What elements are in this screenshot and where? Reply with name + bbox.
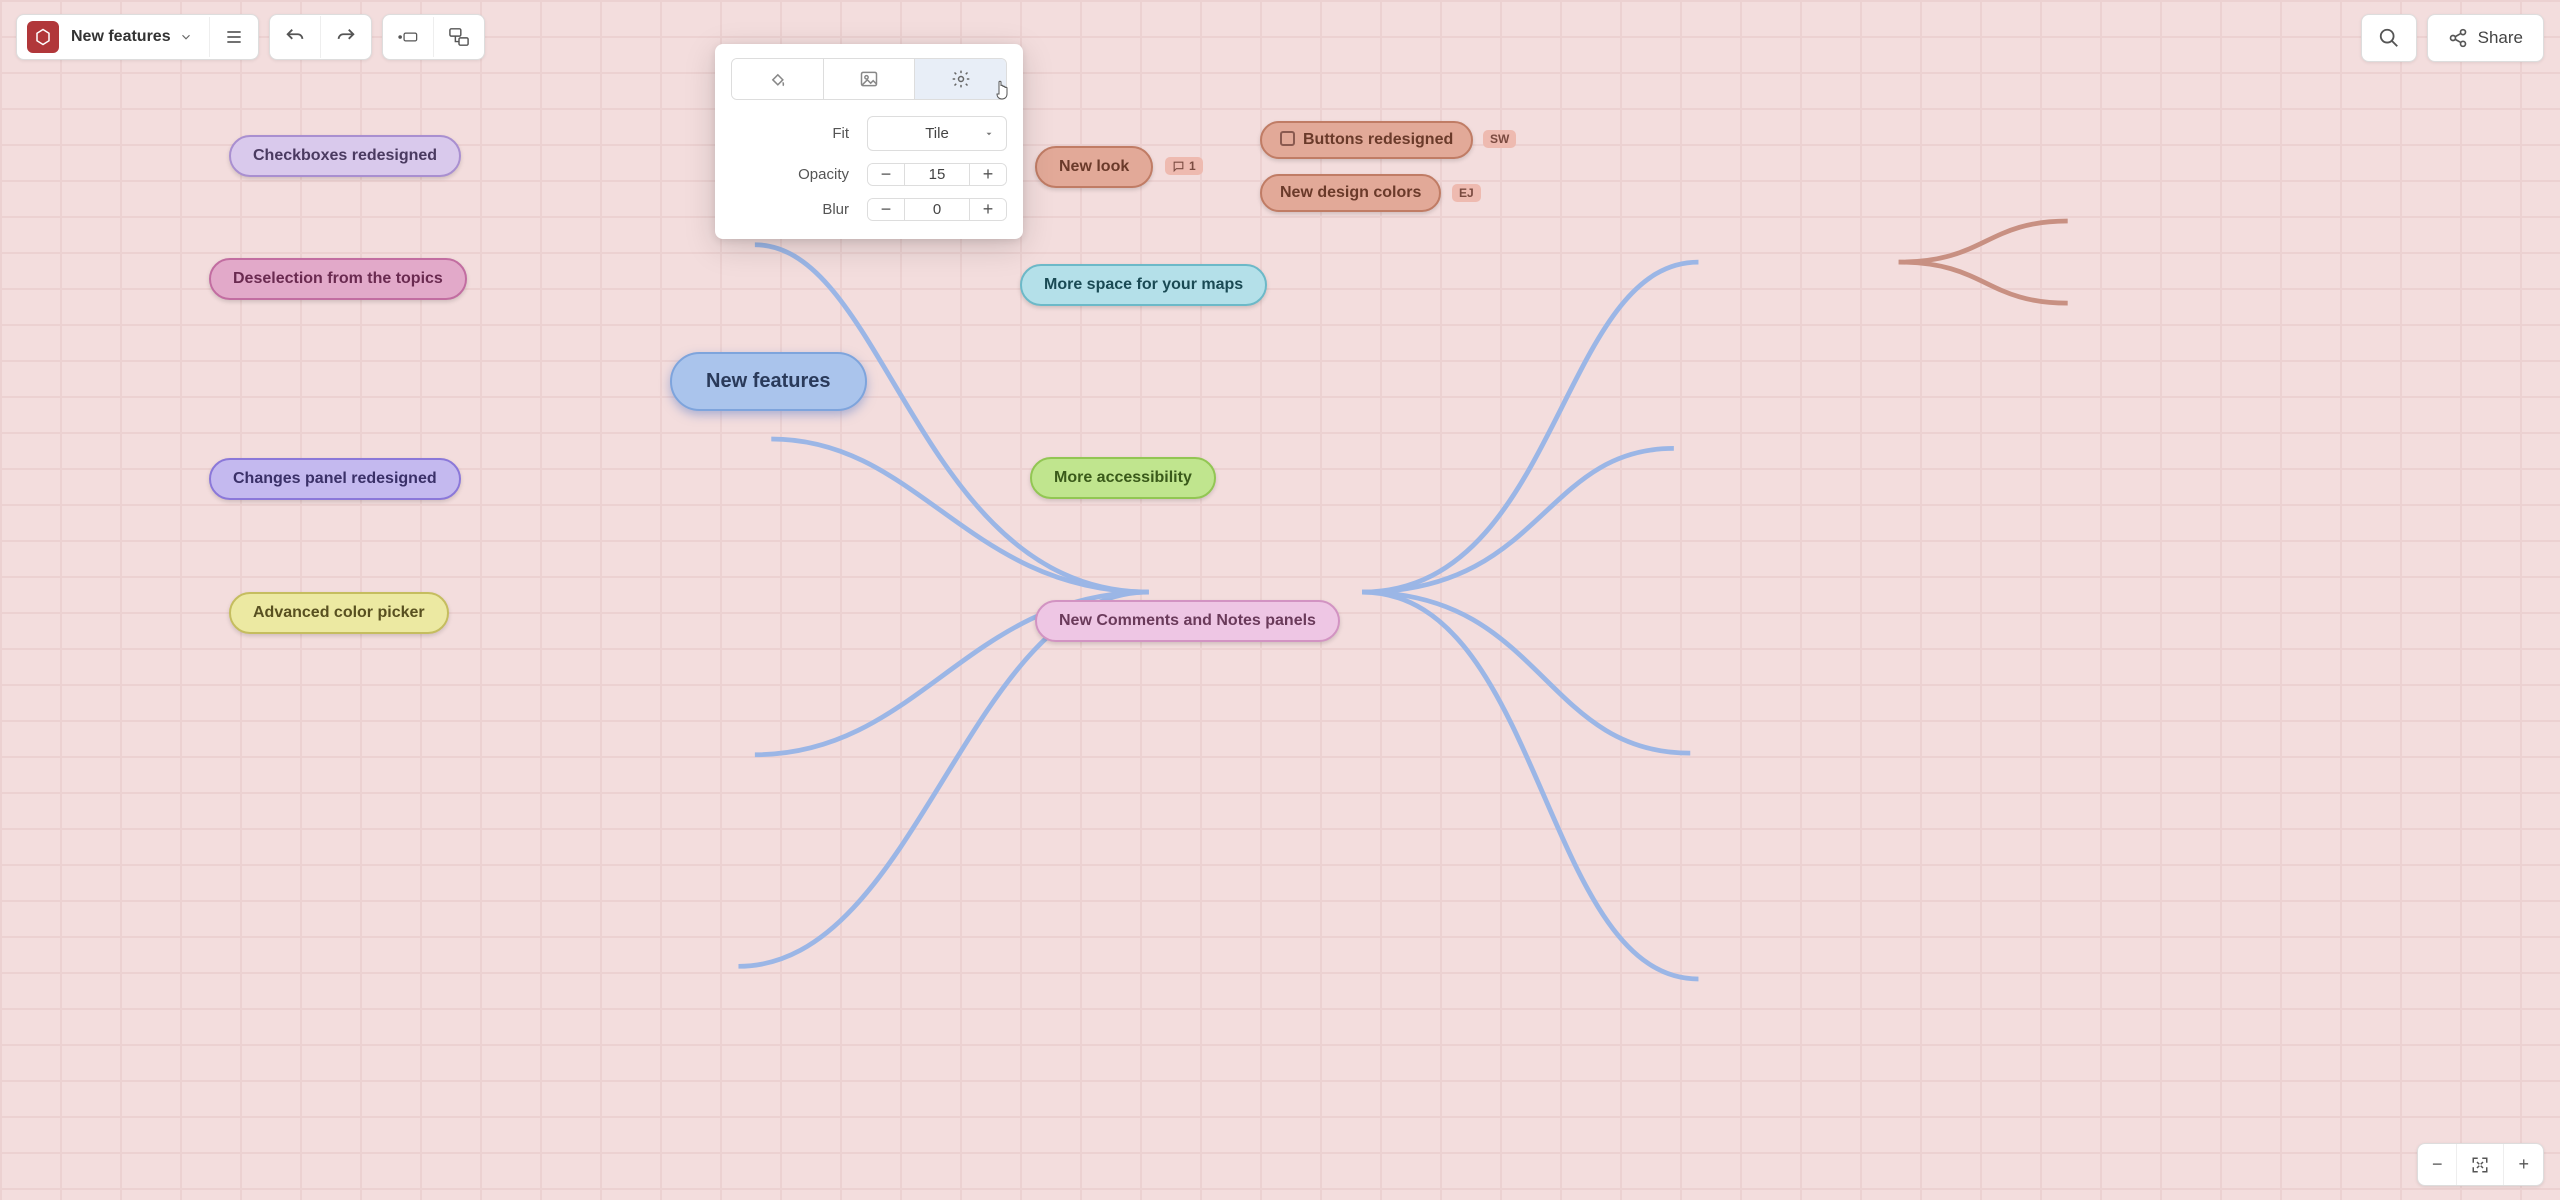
chevron-down-icon (179, 30, 193, 44)
popup-tab-fill[interactable] (732, 59, 823, 99)
tag-badge-sw[interactable]: SW (1483, 130, 1516, 148)
comment-badge[interactable]: 1 (1165, 157, 1203, 175)
opacity-input[interactable] (904, 164, 970, 185)
popup-tab-settings[interactable] (914, 59, 1006, 99)
redo-icon (335, 26, 357, 48)
title-group: New features (16, 14, 259, 60)
node-newlook-child-1[interactable]: New design colors (1260, 174, 1441, 212)
opacity-label: Opacity (731, 166, 855, 183)
search-icon (2378, 27, 2400, 49)
node-left-2[interactable]: Changes panel redesigned (209, 458, 461, 500)
undo-icon (284, 26, 306, 48)
caret-down-icon (984, 129, 994, 139)
share-icon (2448, 28, 2468, 48)
node-right-3[interactable]: New Comments and Notes panels (1035, 600, 1340, 642)
comment-icon (1172, 160, 1185, 173)
map-title-dropdown[interactable]: New features (65, 18, 209, 56)
hamburger-icon (224, 27, 244, 47)
image-icon (859, 69, 879, 89)
node-left-3[interactable]: Advanced color picker (229, 592, 449, 634)
fit-value: Tile (925, 125, 949, 142)
node-center[interactable]: New features (670, 352, 867, 411)
node-left-0[interactable]: Checkboxes redesigned (229, 135, 461, 177)
opacity-increment[interactable]: + (970, 164, 1006, 185)
blur-increment[interactable]: + (970, 199, 1006, 220)
share-label: Share (2478, 28, 2523, 48)
zoom-fit-icon (2471, 1156, 2489, 1174)
opacity-stepper: − + (867, 163, 1007, 186)
zoom-out-button[interactable]: − (2418, 1144, 2457, 1185)
node-newlook-child-0[interactable]: Buttons redesigned (1260, 121, 1473, 159)
node-left-1[interactable]: Deselection from the topics (209, 258, 467, 300)
blur-label: Blur (731, 201, 855, 218)
search-button[interactable] (2362, 15, 2416, 61)
comment-count: 1 (1189, 159, 1196, 173)
node-right-0[interactable]: New look (1035, 146, 1153, 188)
insert-topic-button[interactable] (383, 18, 433, 56)
redo-button[interactable] (320, 16, 371, 58)
blur-decrement[interactable]: − (868, 199, 904, 220)
fit-label: Fit (731, 125, 855, 142)
node-right-1[interactable]: More space for your maps (1020, 264, 1267, 306)
fit-select[interactable]: Tile (867, 116, 1007, 151)
map-title: New features (71, 28, 171, 46)
menu-button[interactable] (209, 17, 258, 57)
popup-tab-image[interactable] (823, 59, 915, 99)
undo-button[interactable] (270, 16, 320, 58)
share-button[interactable]: Share (2428, 18, 2543, 58)
background-settings-popup: Fit Tile Opacity − + Blur − + (715, 44, 1023, 239)
checkbox-icon (1280, 131, 1295, 146)
blur-input[interactable] (904, 199, 970, 220)
gear-icon (951, 69, 971, 89)
zoom-fit-button[interactable] (2456, 1144, 2503, 1185)
paint-bucket-icon (767, 69, 787, 89)
node-right-2[interactable]: More accessibility (1030, 457, 1216, 499)
zoom-in-button[interactable]: + (2503, 1144, 2543, 1185)
insert-subtopic-icon (448, 27, 470, 47)
app-logo[interactable] (27, 21, 59, 53)
blur-stepper: − + (867, 198, 1007, 221)
insert-subtopic-button[interactable] (433, 17, 484, 57)
tag-badge-ej[interactable]: EJ (1452, 184, 1481, 202)
opacity-decrement[interactable]: − (868, 164, 904, 185)
insert-topic-icon (397, 28, 419, 46)
